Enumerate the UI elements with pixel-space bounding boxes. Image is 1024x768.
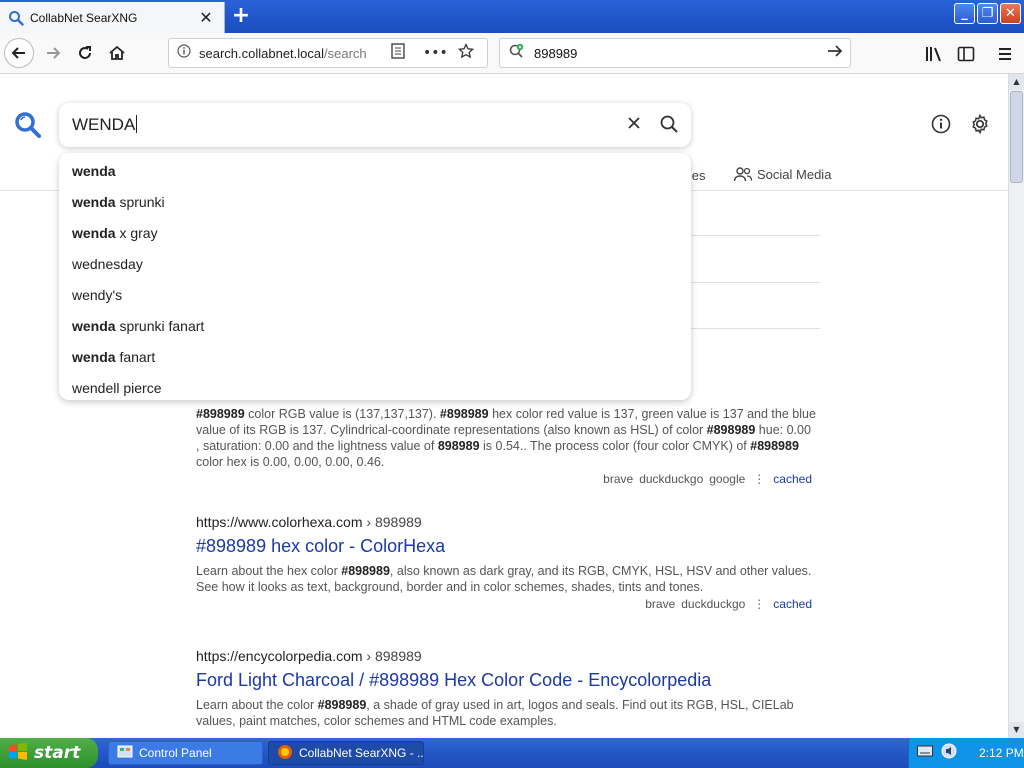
forward-button[interactable] xyxy=(38,38,68,68)
browser-search-bar[interactable]: 898989 xyxy=(499,38,851,68)
more-vertical-icon: ⋮ xyxy=(753,597,766,611)
autocomplete-item[interactable]: wendy's xyxy=(59,280,691,311)
tab-title: CollabNet SearXNG xyxy=(30,10,138,25)
control-panel-icon xyxy=(117,744,133,763)
url-text[interactable]: search.collabnet.local/search xyxy=(199,46,369,61)
autocomplete-dropdown: wenda wenda sprunki wenda x gray wednesd… xyxy=(59,153,691,400)
browser-search-input[interactable]: 898989 xyxy=(534,46,826,61)
taskbar-item-control-panel[interactable]: Control Panel xyxy=(108,741,263,765)
search-go-arrow-icon[interactable] xyxy=(826,43,844,63)
windows-logo-icon xyxy=(8,742,28,764)
start-button[interactable]: start xyxy=(0,738,98,768)
cached-link[interactable]: cached xyxy=(773,597,812,611)
keyboard-icon[interactable] xyxy=(917,745,933,761)
searx-search-box[interactable]: WENDA xyxy=(59,103,691,147)
info-icon[interactable] xyxy=(931,114,951,138)
reload-icon xyxy=(79,46,91,59)
firefox-icon xyxy=(277,744,293,763)
scrollbar-thumb[interactable] xyxy=(1010,91,1023,183)
arrow-right-icon xyxy=(47,47,61,59)
window-close-button[interactable]: ✕ xyxy=(1000,3,1021,24)
navigation-toolbar: search.collabnet.local/search ••• 898989 xyxy=(0,33,1024,74)
browser-tab[interactable]: CollabNet SearXNG ✕ xyxy=(0,2,225,33)
home-icon xyxy=(109,45,125,60)
autocomplete-item[interactable]: wenda sprunki fanart xyxy=(59,311,691,342)
system-tray: 2:12 PM xyxy=(908,738,1024,768)
windows-taskbar: start Control Panel CollabNet SearXNG - … xyxy=(0,738,1024,768)
result-content: Learn about the color #898989, a shade o… xyxy=(196,698,794,728)
cached-link[interactable]: cached xyxy=(773,472,812,486)
category-social-media-tab[interactable]: Social Media xyxy=(733,166,831,182)
clock: 2:12 PM xyxy=(979,746,1024,760)
clear-search-icon[interactable] xyxy=(626,115,642,135)
library-icon[interactable] xyxy=(924,45,944,67)
autocomplete-item[interactable]: wenda x gray xyxy=(59,218,691,249)
arrow-left-icon xyxy=(11,47,25,59)
result-engines: brave duckduckgo google ⋮ cached xyxy=(603,472,812,486)
more-vertical-icon: ⋮ xyxy=(753,472,766,486)
taskbar-item-browser[interactable]: CollabNet SearXNG - ... xyxy=(268,741,424,765)
autocomplete-item[interactable]: wenda fanart xyxy=(59,342,691,373)
sidebar-icon[interactable] xyxy=(957,45,975,67)
result-title-link[interactable]: #898989 hex color - ColorHexa xyxy=(196,536,816,557)
back-button[interactable] xyxy=(4,38,34,68)
url-bar[interactable]: search.collabnet.local/search ••• xyxy=(168,38,488,68)
submit-search-icon[interactable] xyxy=(659,114,679,138)
bookmark-star-icon[interactable] xyxy=(457,42,474,63)
result-content: Learn about the hex color #898989, also … xyxy=(196,564,812,594)
search-engine-icon[interactable] xyxy=(508,43,526,63)
gear-icon[interactable] xyxy=(969,113,991,139)
page-actions-icon[interactable]: ••• xyxy=(423,45,448,61)
result-engines: brave duckduckgo ⋮ cached xyxy=(645,597,812,611)
scroll-up-arrow-icon[interactable]: ▲ xyxy=(1009,74,1024,90)
hamburger-menu-icon[interactable] xyxy=(997,45,1013,67)
autocomplete-item[interactable]: wenda sprunki xyxy=(59,187,691,218)
new-tab-button[interactable]: + xyxy=(229,4,253,28)
reader-view-icon[interactable] xyxy=(391,43,405,63)
people-icon xyxy=(733,167,753,182)
autocomplete-item[interactable]: wednesday xyxy=(59,249,691,280)
search-favicon-icon xyxy=(8,10,24,26)
reload-button[interactable] xyxy=(70,38,100,68)
result-url[interactable]: https://www.colorhexa.com › 898989 xyxy=(196,514,816,530)
autocomplete-item[interactable]: wendell pierce xyxy=(59,373,691,404)
searx-search-input[interactable]: WENDA xyxy=(72,115,138,135)
window-minimize-button[interactable]: _ xyxy=(954,3,975,24)
search-result: https://www.colorhexa.com › 898989 #8989… xyxy=(196,514,816,611)
autocomplete-item[interactable]: wenda xyxy=(59,156,691,187)
tab-close-icon[interactable]: ✕ xyxy=(196,8,216,27)
result-url[interactable]: https://encycolorpedia.com › 898989 xyxy=(196,648,816,664)
result-content: #898989 color RGB value is (137,137,137)… xyxy=(196,407,816,469)
search-result: https://encycolorpedia.com › 898989 Ford… xyxy=(196,648,816,729)
page-scrollbar[interactable]: ▲ ▼ xyxy=(1008,74,1024,738)
search-result: #898989 color RGB value is (137,137,137)… xyxy=(196,400,816,486)
info-circle-icon[interactable] xyxy=(177,44,191,62)
browser-tab-strip: CollabNet SearXNG ✕ + _ ❐ ✕ xyxy=(0,0,1024,33)
volume-icon[interactable] xyxy=(941,743,957,763)
scroll-down-arrow-icon[interactable]: ▼ xyxy=(1009,722,1024,738)
searxng-page: WENDA iles Social Media #898989 color RG… xyxy=(0,74,1008,738)
window-maximize-button[interactable]: ❐ xyxy=(977,3,998,24)
home-button[interactable] xyxy=(102,38,132,68)
result-title-link[interactable]: Ford Light Charcoal / #898989 Hex Color … xyxy=(196,670,816,691)
text-caret xyxy=(136,115,138,133)
searxng-logo-search-icon[interactable] xyxy=(14,111,42,143)
